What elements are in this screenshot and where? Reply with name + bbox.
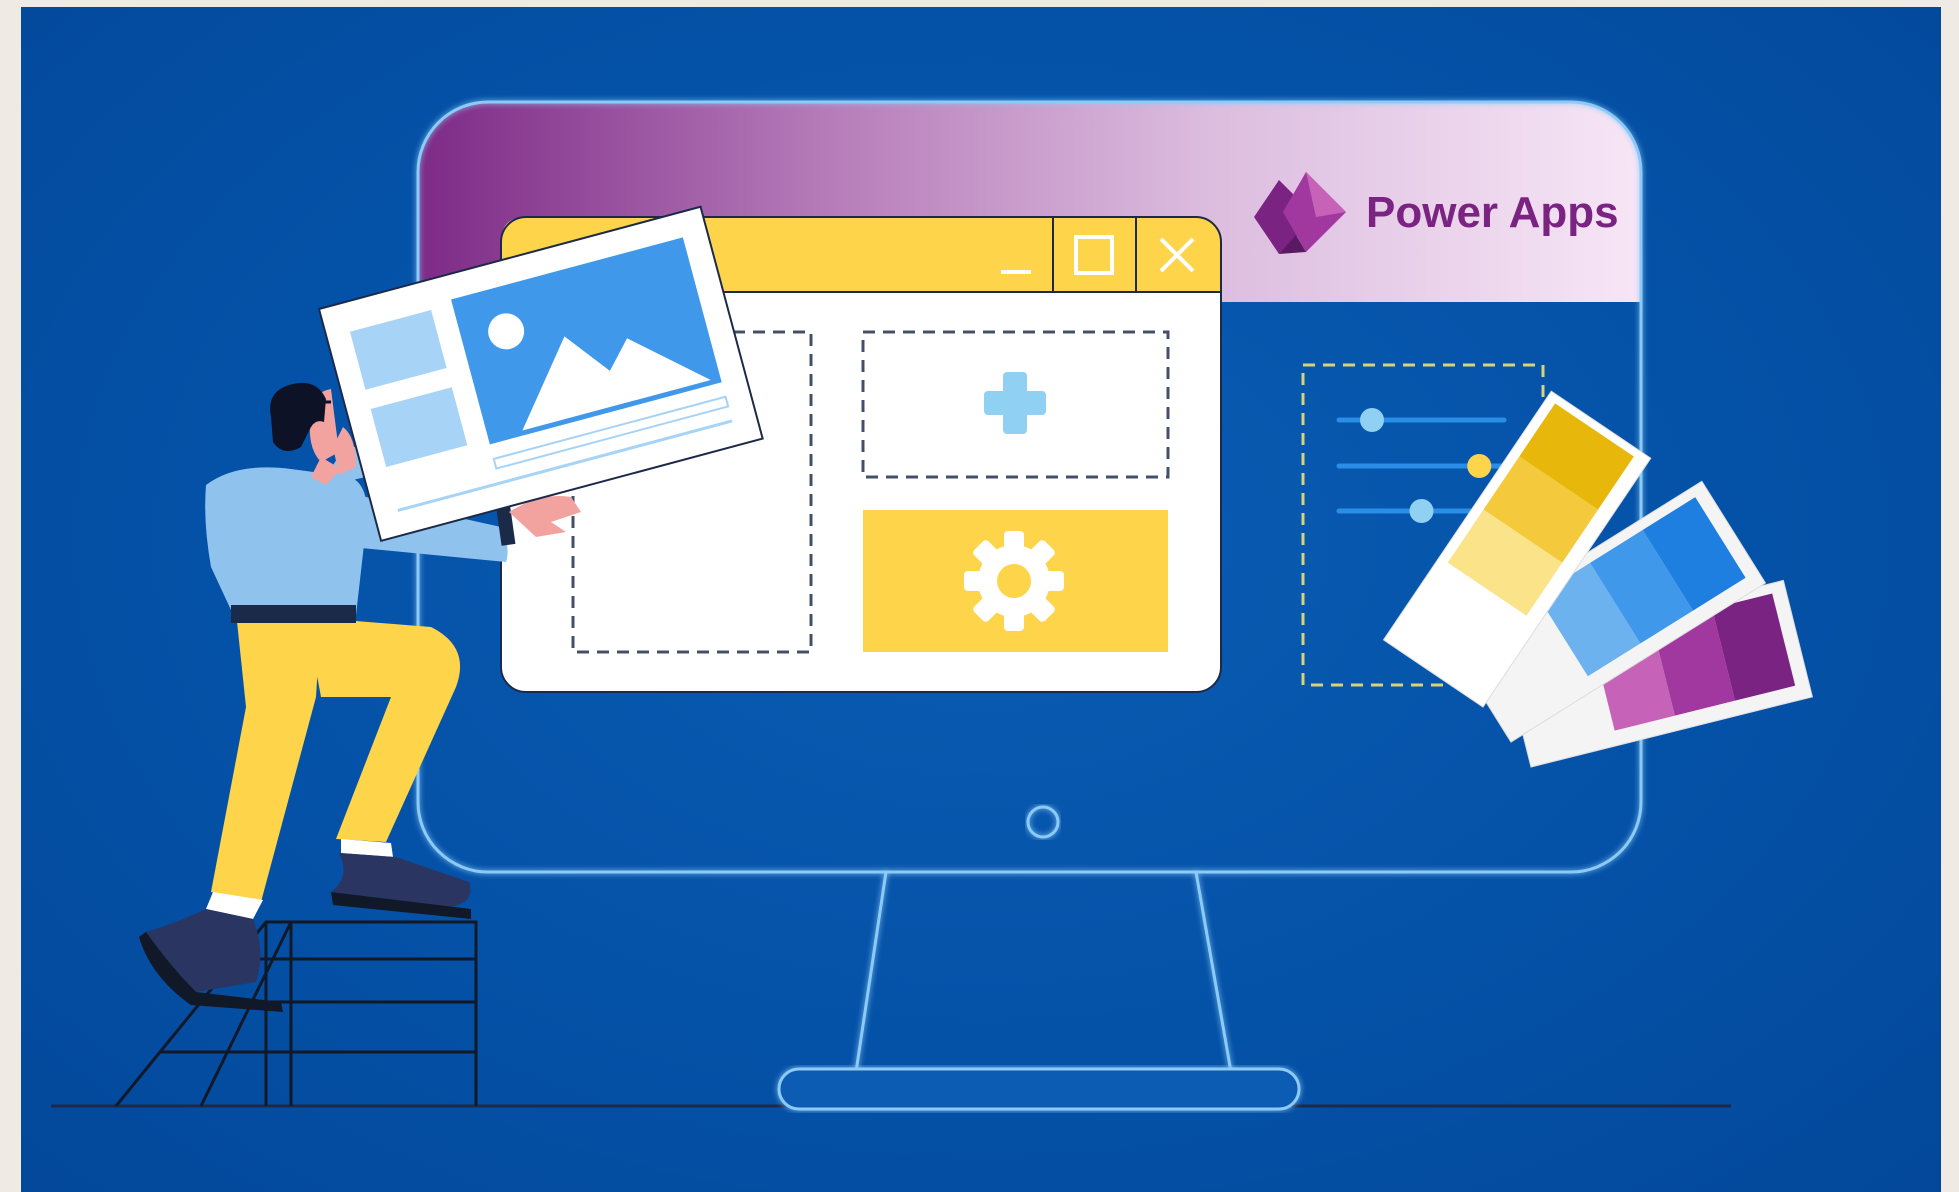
illustration: Power Apps bbox=[51, 100, 1813, 1111]
gear-icon bbox=[964, 531, 1064, 631]
slider-2[interactable] bbox=[1336, 454, 1507, 478]
power-button-icon bbox=[1026, 805, 1060, 839]
slider-knob bbox=[1360, 408, 1384, 432]
monitor-stand bbox=[854, 871, 1233, 1073]
color-palette bbox=[1382, 390, 1813, 768]
slider-knob bbox=[1409, 499, 1434, 523]
slider-1[interactable] bbox=[1336, 408, 1507, 432]
slider-knob bbox=[1467, 454, 1492, 478]
monitor-base bbox=[777, 1067, 1301, 1111]
illustration-canvas: Power Apps bbox=[21, 7, 1941, 1192]
brand-name: Power Apps bbox=[1366, 188, 1619, 237]
